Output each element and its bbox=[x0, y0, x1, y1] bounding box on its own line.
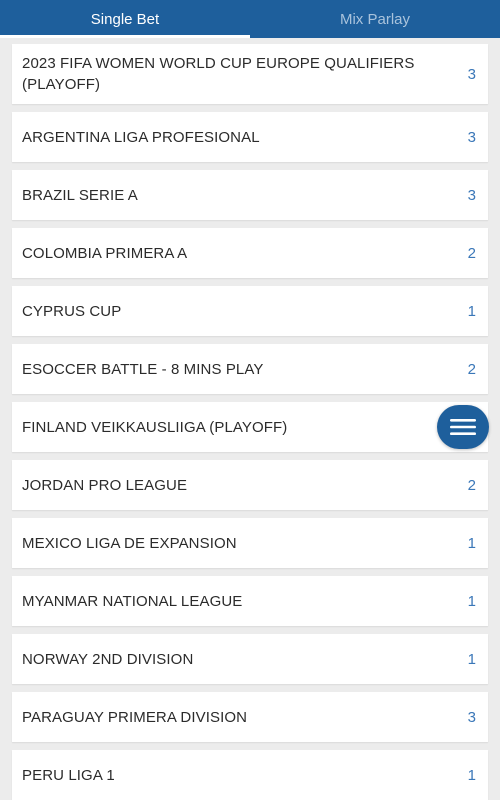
match-count: 1 bbox=[467, 766, 476, 784]
menu-icon bbox=[450, 419, 476, 435]
league-row[interactable]: MYANMAR NATIONAL LEAGUE 1 bbox=[12, 576, 488, 626]
match-count: 3 bbox=[467, 128, 476, 146]
match-count: 1 bbox=[467, 650, 476, 668]
league-list: 2023 FIFA WOMEN WORLD CUP EUROPE QUALIFI… bbox=[0, 38, 500, 800]
league-row[interactable]: ESOCCER BATTLE - 8 MINS PLAY 2 bbox=[12, 344, 488, 394]
match-count: 2 bbox=[467, 360, 476, 378]
league-row[interactable]: MEXICO LIGA DE EXPANSION 1 bbox=[12, 518, 488, 568]
league-row[interactable]: CYPRUS CUP 1 bbox=[12, 286, 488, 336]
league-name: PERU LIGA 1 bbox=[22, 766, 115, 784]
league-name: CYPRUS CUP bbox=[22, 302, 122, 320]
league-name: ARGENTINA LIGA PROFESIONAL bbox=[22, 128, 260, 146]
league-row[interactable]: JORDAN PRO LEAGUE 2 bbox=[12, 460, 488, 510]
match-count: 3 bbox=[467, 65, 476, 83]
match-count: 2 bbox=[467, 476, 476, 494]
league-row[interactable]: COLOMBIA PRIMERA A 2 bbox=[12, 228, 488, 278]
league-row[interactable]: 2023 FIFA WOMEN WORLD CUP EUROPE QUALIFI… bbox=[12, 44, 488, 104]
league-name: JORDAN PRO LEAGUE bbox=[22, 476, 188, 494]
league-name: BRAZIL SERIE A bbox=[22, 186, 138, 204]
tab-mix-parlay[interactable]: Mix Parlay bbox=[250, 0, 500, 38]
league-row[interactable]: FINLAND VEIKKAUSLIIGA (PLAYOFF) bbox=[12, 402, 488, 452]
menu-button[interactable] bbox=[437, 405, 489, 449]
match-count: 1 bbox=[467, 592, 476, 610]
tab-single-bet[interactable]: Single Bet bbox=[0, 0, 250, 38]
match-count: 2 bbox=[467, 244, 476, 262]
league-name: PARAGUAY PRIMERA DIVISION bbox=[22, 708, 248, 726]
app: Single Bet Mix Parlay 2023 FIFA WOMEN WO… bbox=[0, 0, 500, 800]
league-row[interactable]: NORWAY 2ND DIVISION 1 bbox=[12, 634, 488, 684]
league-row[interactable]: PERU LIGA 1 1 bbox=[12, 750, 488, 800]
league-row[interactable]: BRAZIL SERIE A 3 bbox=[12, 170, 488, 220]
league-name: 2023 FIFA WOMEN WORLD CUP EUROPE QUALIFI… bbox=[22, 55, 415, 93]
match-count: 1 bbox=[467, 302, 476, 320]
league-row[interactable]: ARGENTINA LIGA PROFESIONAL 3 bbox=[12, 112, 488, 162]
league-name: FINLAND VEIKKAUSLIIGA (PLAYOFF) bbox=[22, 418, 288, 436]
league-name: NORWAY 2ND DIVISION bbox=[22, 650, 194, 668]
league-name: MEXICO LIGA DE EXPANSION bbox=[22, 534, 237, 552]
bet-type-tabs: Single Bet Mix Parlay bbox=[0, 0, 500, 38]
match-count: 3 bbox=[467, 186, 476, 204]
league-name: ESOCCER BATTLE - 8 MINS PLAY bbox=[22, 360, 264, 378]
league-name: COLOMBIA PRIMERA A bbox=[22, 244, 188, 262]
league-row[interactable]: PARAGUAY PRIMERA DIVISION 3 bbox=[12, 692, 488, 742]
match-count: 3 bbox=[467, 708, 476, 726]
league-name: MYANMAR NATIONAL LEAGUE bbox=[22, 592, 243, 610]
match-count: 1 bbox=[467, 534, 476, 552]
